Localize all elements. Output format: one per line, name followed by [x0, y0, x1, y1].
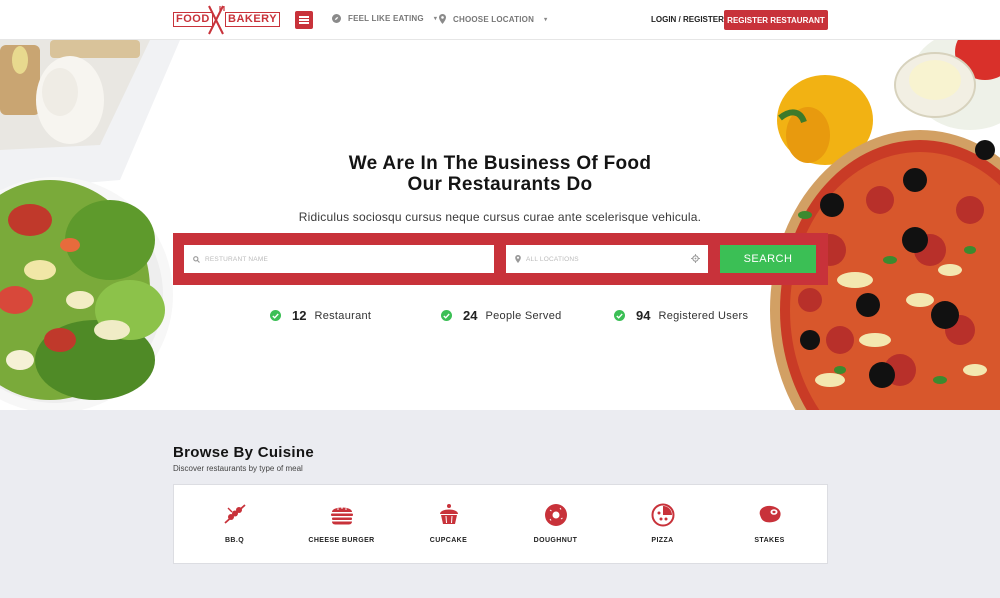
map-pin-icon — [439, 14, 446, 24]
stat-people-served: 24 People Served — [441, 308, 562, 323]
hamburger-icon — [299, 16, 309, 18]
hero-section: We Are In The Business Of Food Our Resta… — [0, 40, 1000, 410]
restaurant-name-input[interactable]: RESTURANT NAME — [184, 245, 494, 273]
register-restaurant-button[interactable]: REGISTER RESTAURANT — [724, 10, 828, 30]
login-register-link[interactable]: LOGIN / REGISTER — [651, 15, 724, 24]
choose-location-dropdown[interactable]: CHOOSE LOCATION ▾ — [439, 14, 547, 24]
cuisine-label: DOUGHNUT — [533, 537, 578, 544]
restaurant-name-placeholder: RESTURANT NAME — [205, 255, 268, 263]
food-bakery-logo[interactable]: FOOD BAKERY — [173, 5, 281, 35]
cuisine-item-pizza[interactable]: PIZZA — [609, 485, 716, 563]
browse-by-cuisine-subtitle: Discover restaurants by type of meal — [173, 464, 303, 473]
cuisine-item-doughnut[interactable]: DOUGHNUT — [502, 485, 609, 563]
hero-heading-line-1: We Are In The Business Of Food — [348, 153, 652, 174]
cuisine-label: CHEESE BURGER — [308, 537, 375, 544]
stat-value: 94 — [636, 308, 651, 323]
feel-like-eating-dropdown[interactable]: FEEL LIKE EATING ▾ — [332, 14, 437, 23]
bbq-skewer-icon — [181, 503, 288, 525]
stat-restaurants: 12 Restaurant — [270, 308, 371, 323]
fork-knife-icon — [208, 5, 225, 35]
restaurant-search-bar: RESTURANT NAME ALL LOCATIONS SEARCH — [173, 233, 828, 285]
cuisine-label: STAKES — [754, 537, 785, 544]
map-pin-icon — [515, 255, 521, 263]
cuisine-label: PIZZA — [651, 537, 674, 544]
doughnut-icon — [502, 503, 609, 527]
hamburger-bar — [299, 19, 309, 21]
hamburger-menu-button[interactable] — [295, 11, 313, 29]
hero-heading-line-2: Our Restaurants Do — [407, 174, 593, 195]
choose-location-label: CHOOSE LOCATION — [453, 14, 535, 24]
cupcake-icon — [395, 503, 502, 525]
stat-value: 24 — [463, 308, 478, 323]
compass-icon — [332, 14, 341, 23]
stat-label: People Served — [485, 309, 562, 322]
cuisine-item-cheese-burger[interactable]: CHEESE BURGER — [288, 485, 395, 563]
stat-label: Registered Users — [658, 309, 749, 322]
cuisine-label: BB.Q — [224, 537, 245, 544]
search-button[interactable]: SEARCH — [720, 245, 816, 273]
check-circle-icon — [270, 310, 281, 321]
locate-me-icon[interactable] — [691, 254, 700, 265]
pizza-icon — [609, 503, 716, 527]
check-circle-icon — [614, 310, 625, 321]
hamburger-bar — [299, 22, 309, 24]
stat-value: 12 — [292, 308, 307, 323]
cuisine-item-cupcake[interactable]: CUPCAKE — [395, 485, 502, 563]
location-input[interactable]: ALL LOCATIONS — [506, 245, 708, 273]
hero-subtitle: Ridiculus sociosqu cursus neque cursus c… — [298, 210, 702, 224]
cuisine-item-bbq[interactable]: BB.Q — [181, 485, 288, 563]
chevron-down-icon: ▾ — [544, 16, 548, 23]
check-circle-icon — [441, 310, 452, 321]
hero-heading: We Are In The Business Of Food Our Resta… — [0, 153, 1000, 195]
search-icon — [193, 255, 200, 263]
burger-icon — [288, 503, 395, 525]
top-header: FOOD BAKERY FEEL LIKE EATING ▾ CHOOSE LO… — [0, 0, 1000, 40]
chevron-down-icon: ▾ — [433, 16, 438, 22]
cuisine-label: CUPCAKE — [429, 537, 468, 544]
location-placeholder: ALL LOCATIONS — [526, 255, 579, 263]
salad-plate-image — [0, 40, 185, 410]
logo-word-right: BAKERY — [225, 12, 281, 27]
cuisine-list: BB.Q CHEESE BURGER CUPCAKE DOUGHNUT PIZZ… — [173, 484, 828, 564]
browse-by-cuisine-heading: Browse By Cuisine — [173, 444, 314, 461]
cuisine-item-stakes[interactable]: STAKES — [716, 485, 823, 563]
stat-label: Restaurant — [314, 309, 372, 322]
stat-registered-users: 94 Registered Users — [614, 308, 748, 323]
steak-icon — [716, 503, 823, 525]
pizza-image — [770, 40, 1000, 410]
feel-like-eating-label: FEEL LIKE EATING — [348, 14, 424, 23]
